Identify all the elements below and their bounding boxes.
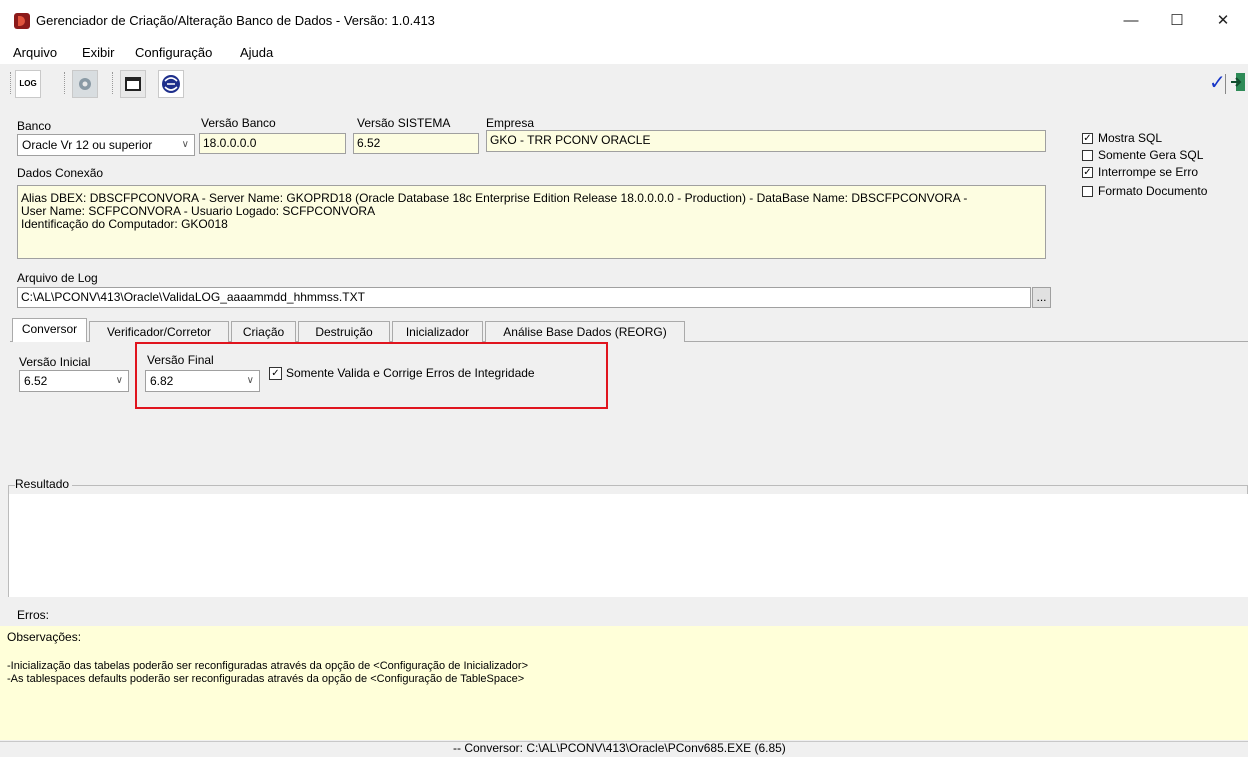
somente-gera-sql-checkbox[interactable] <box>1082 150 1093 161</box>
versao-inicial-label: Versão Inicial <box>19 355 91 369</box>
confirm-check-icon[interactable]: ✓ <box>1209 70 1226 95</box>
tab-inicializador[interactable]: Inicializador <box>392 321 483 342</box>
window-icon[interactable] <box>120 70 146 98</box>
settings-icon[interactable] <box>72 70 98 98</box>
chevron-down-icon: ∨ <box>181 139 189 150</box>
toolbar <box>6 68 1248 100</box>
dados-conexao-label: Dados Conexão <box>17 166 104 180</box>
somente-valida-checkbox[interactable]: ✓ <box>269 367 282 380</box>
somente-gera-sql-label: Somente Gera SQL <box>1098 148 1204 162</box>
versao-sistema-field[interactable]: 6.52 <box>353 133 479 154</box>
tab-verificador-corretor[interactable]: Verificador/Corretor <box>89 321 229 342</box>
interrompe-erro-checkbox[interactable]: ✓ <box>1082 167 1093 178</box>
toolbar-divider <box>1225 74 1226 94</box>
banco-label: Banco <box>17 119 52 133</box>
maximize-button[interactable]: ☐ <box>1154 6 1200 36</box>
dados-conexao-box: Alias DBEX: DBSCFPCONVORA - Server Name:… <box>17 185 1046 259</box>
somente-valida-label: Somente Valida e Corrige Erros de Integr… <box>286 366 535 380</box>
exit-icon[interactable] <box>1230 70 1246 94</box>
close-button[interactable]: ✕ <box>1200 6 1246 36</box>
observacoes-label: Observações: <box>7 630 82 644</box>
tab-criacao[interactable]: Criação <box>231 321 296 342</box>
versao-final-label: Versão Final <box>147 353 214 367</box>
versao-final-value: 6.82 <box>150 374 174 388</box>
observacoes-line-2: -As tablespaces defaults poderão ser rec… <box>7 673 525 685</box>
banco-select[interactable]: Oracle Vr 12 ou superior ∨ <box>17 134 195 156</box>
tab-analise-reorg[interactable]: Análise Base Dados (REORG) <box>485 321 685 342</box>
browse-button[interactable]: ... <box>1032 287 1051 308</box>
oracle-logo-icon[interactable] <box>158 70 184 98</box>
status-text: -- Conversor: C:\AL\PCONV\413\Oracle\PCo… <box>453 741 786 755</box>
versao-final-select[interactable]: 6.82 ∨ <box>145 370 260 392</box>
toolbar-grip <box>112 72 115 94</box>
versao-sistema-label: Versão SISTEMA <box>357 116 451 130</box>
mostra-sql-label: Mostra SQL <box>1098 131 1163 145</box>
minimize-button[interactable]: — <box>1108 6 1154 36</box>
empresa-label: Empresa <box>486 116 535 130</box>
toolbar-grip <box>64 72 67 94</box>
mostra-sql-checkbox[interactable]: ✓ <box>1082 133 1093 144</box>
menu-configuracao[interactable]: Configuração <box>135 45 212 60</box>
empresa-field[interactable]: GKO - TRR PCONV ORACLE <box>486 130 1046 152</box>
tab-destruicao[interactable]: Destruição <box>298 321 390 342</box>
chevron-down-icon: ∨ <box>115 375 123 386</box>
versao-banco-label: Versão Banco <box>201 116 276 130</box>
versao-inicial-value: 6.52 <box>24 374 48 388</box>
tab-conversor[interactable]: Conversor <box>12 318 87 342</box>
menu-exibir[interactable]: Exibir <box>82 45 115 60</box>
conexao-line-3: Identificação do Computador: GKO018 <box>21 217 228 231</box>
observacoes-line-1: -Inicialização das tabelas poderão ser r… <box>7 660 528 672</box>
resultado-textarea[interactable] <box>9 494 1248 597</box>
log-button[interactable]: LOG <box>15 70 41 98</box>
arquivo-log-label: Arquivo de Log <box>17 271 98 285</box>
chevron-down-icon: ∨ <box>246 375 254 386</box>
erros-label: Erros: <box>17 608 50 622</box>
formato-documento-checkbox[interactable] <box>1082 186 1093 197</box>
versao-inicial-select[interactable]: 6.52 ∨ <box>19 370 129 392</box>
menu-ajuda[interactable]: Ajuda <box>240 45 273 60</box>
formato-documento-label: Formato Documento <box>1098 184 1208 198</box>
window-title: Gerenciador de Criação/Alteração Banco d… <box>36 13 435 28</box>
resultado-label: Resultado <box>15 477 73 491</box>
arquivo-log-field[interactable]: C:\AL\PCONV\413\Oracle\ValidaLOG_aaaammd… <box>17 287 1031 308</box>
interrompe-erro-label: Interrompe se Erro <box>1098 165 1199 179</box>
menu-arquivo[interactable]: Arquivo <box>13 45 57 60</box>
toolbar-grip <box>10 72 13 94</box>
banco-value: Oracle Vr 12 ou superior <box>22 138 153 152</box>
versao-banco-field[interactable]: 18.0.0.0.0 <box>199 133 346 154</box>
app-icon <box>14 13 30 29</box>
